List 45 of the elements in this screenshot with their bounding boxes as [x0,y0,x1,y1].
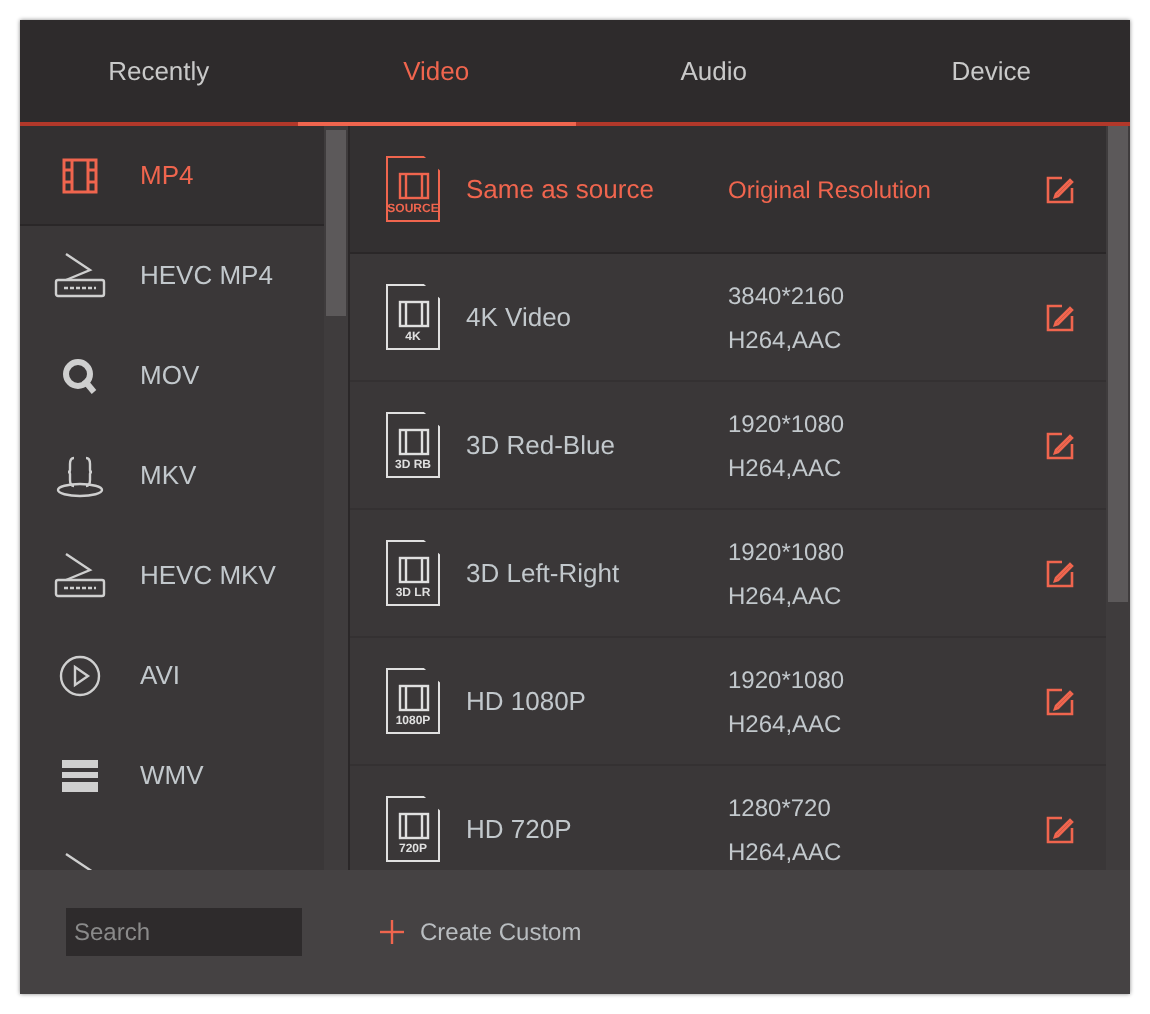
format-item[interactable]: HEVC MKV [20,526,324,626]
play-tag-icon [54,252,106,300]
edit-icon[interactable] [1046,815,1074,843]
clapperboard-icon [60,756,100,796]
preset-name: Same as source [466,171,656,208]
resolution-text: 1920*1080 [728,407,847,441]
film-icon [60,157,100,193]
create-custom-button[interactable]: Create Custom [380,914,582,950]
tab[interactable]: Recently [20,20,298,122]
tab[interactable]: Device [852,20,1130,122]
codec-text: H264,AAC [728,835,844,869]
format-item[interactable]: AVI [20,626,324,726]
format-item[interactable]: HEVC MP4 [20,226,324,326]
resolution-text: 1920*1080 [728,663,847,697]
preset-name: 3D Red-Blue [466,427,617,464]
edit-icon[interactable] [1046,687,1074,715]
codec-text: H264,AAC [728,707,844,741]
codec-text: H264,AAC [728,579,844,613]
scrollbar-thumb[interactable] [1108,126,1128,602]
edit-icon[interactable] [1046,303,1074,331]
resolution-text: 1280*720 [728,791,833,825]
search-field[interactable]: Search [66,908,302,956]
format-item[interactable]: MOV [20,326,324,426]
edit-icon[interactable] [1046,431,1074,459]
play-tag-icon [54,552,106,600]
braces-icon [54,454,106,498]
resolution-text: 1920*1080 [728,535,847,569]
format-item[interactable]: WMV [20,726,324,826]
edit-icon[interactable] [1046,175,1074,203]
scrollbar-thumb[interactable] [326,130,346,316]
format-item[interactable]: MKV [20,426,324,526]
resolution-text: 3840*2160 [728,279,847,313]
resolution-text: Original Resolution [728,173,933,207]
preset-name: HD 1080P [466,683,588,720]
format-item[interactable]: MP4 [20,126,324,226]
play-circle-icon [58,654,102,698]
codec-text: H264,AAC [728,451,844,485]
plus-icon [380,920,404,944]
q-icon [60,356,100,396]
codec-text: H264,AAC [728,323,844,357]
preset-name: 4K Video [466,299,574,336]
edit-icon[interactable] [1046,559,1074,587]
preset-name: 3D Left-Right [466,555,622,592]
preset-name: HD 720P [466,811,574,848]
tab[interactable]: Audio [575,20,853,122]
